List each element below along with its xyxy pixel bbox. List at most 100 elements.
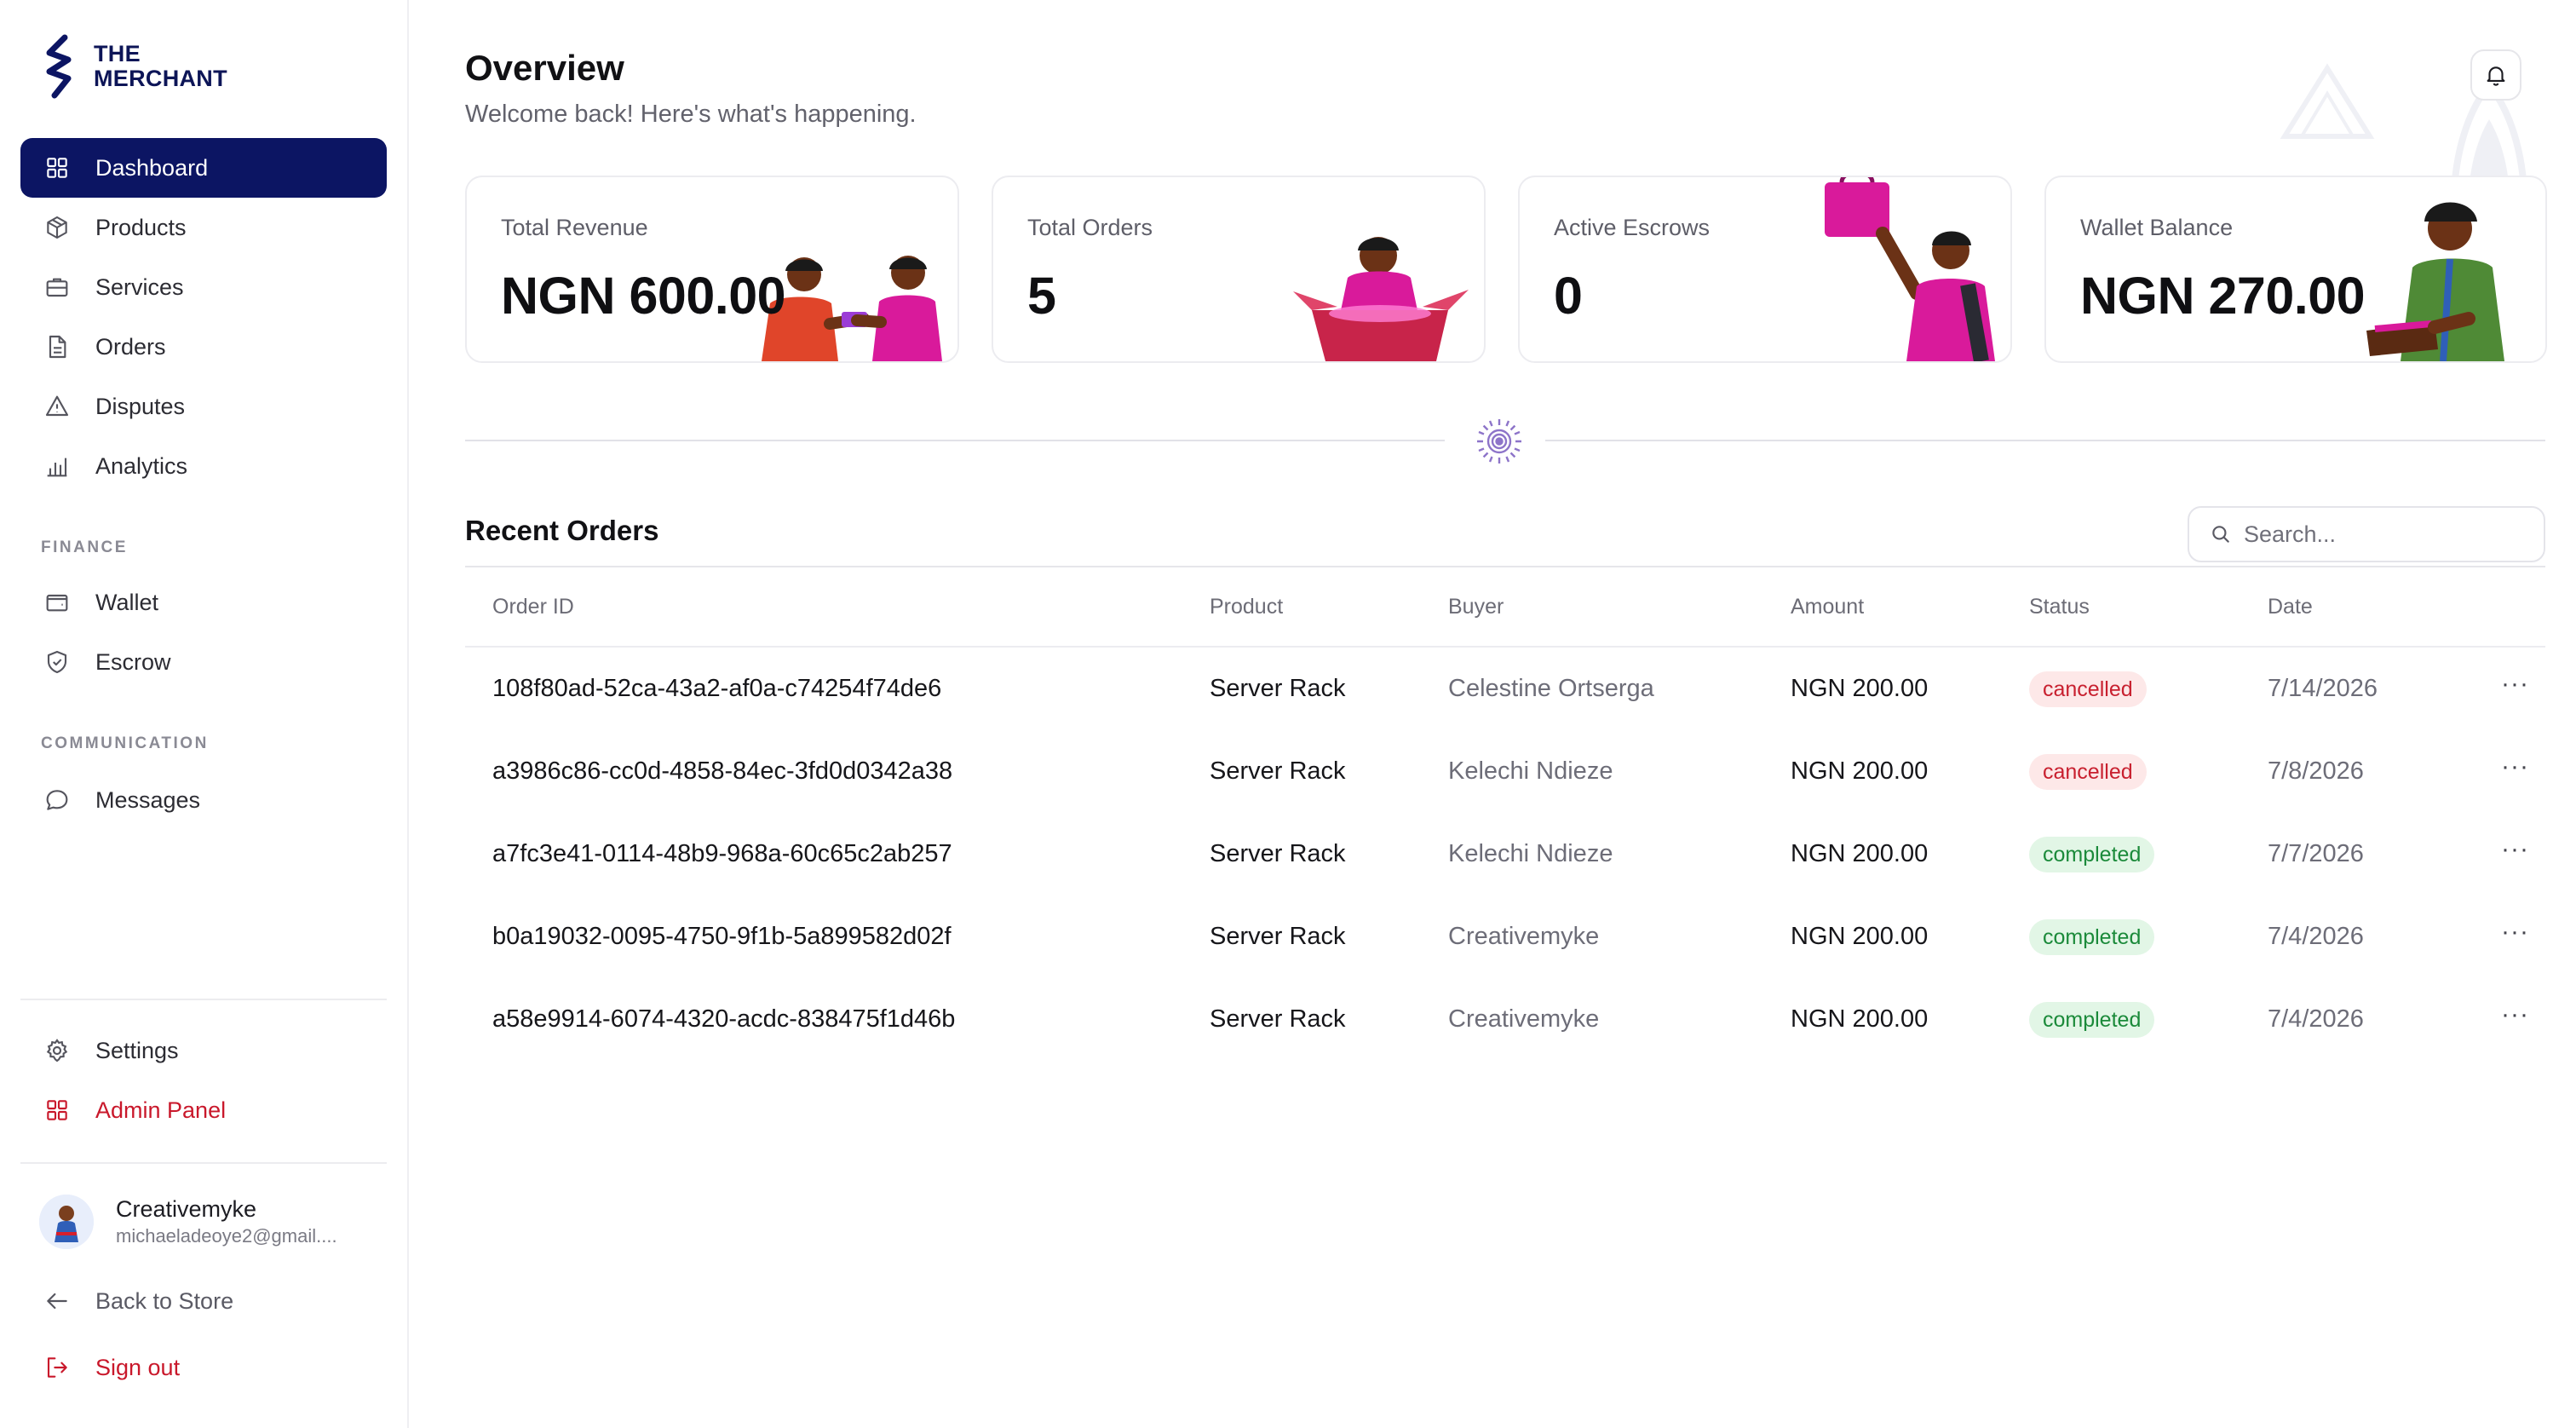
sidebar-item-products[interactable]: Products <box>20 198 387 257</box>
briefcase-icon <box>43 273 72 302</box>
stat-value: 0 <box>1554 267 1583 325</box>
section-label-finance: FINANCE <box>41 538 128 556</box>
bar-chart-icon <box>43 452 72 481</box>
buyer-name: Creativemyke <box>1448 923 1600 950</box>
notifications-button[interactable] <box>2470 49 2521 101</box>
status-badge: cancelled <box>2029 671 2147 707</box>
section-divider <box>1545 440 2545 441</box>
sidebar-item-escrow[interactable]: Escrow <box>20 632 387 692</box>
sidebar: THE MERCHANT Dashboard Products Services… <box>0 0 409 1428</box>
column-header-amount[interactable]: Amount <box>1791 595 1864 619</box>
logout-icon <box>43 1353 72 1382</box>
user-profile[interactable]: Creativemyke michaeladeoye2@gmail.... <box>39 1188 380 1256</box>
brand-name: THE MERCHANT <box>94 42 227 91</box>
arrow-left-icon <box>43 1287 72 1316</box>
sidebar-item-services[interactable]: Services <box>20 257 387 317</box>
order-amount: NGN 200.00 <box>1791 675 1929 702</box>
row-actions-menu-icon[interactable]: ··· <box>2501 835 2529 864</box>
order-id[interactable]: b0a19032-0095-4750-9f1b-5a899582d02f <box>492 923 952 951</box>
bell-icon <box>2487 66 2505 86</box>
table-row[interactable]: a58e9914-6074-4320-acdc-838475f1d46b Ser… <box>465 978 2545 1061</box>
section-label-communication: COMMUNICATION <box>41 734 209 752</box>
row-actions-menu-icon[interactable]: ··· <box>2501 918 2529 947</box>
grid-icon <box>43 153 72 182</box>
user-name: Creativemyke <box>116 1196 257 1222</box>
sidebar-item-admin-panel[interactable]: Admin Panel <box>20 1080 387 1140</box>
column-header-order-id[interactable]: Order ID <box>492 595 574 619</box>
gear-icon <box>43 1036 72 1065</box>
sidebar-item-analytics[interactable]: Analytics <box>20 436 387 496</box>
order-date: 7/4/2026 <box>2268 923 2364 950</box>
table-row[interactable]: b0a19032-0095-4750-9f1b-5a899582d02f Ser… <box>465 895 2545 978</box>
box-opening-illustration <box>1293 237 1469 361</box>
sidebar-item-label: Settings <box>95 1037 179 1063</box>
order-id[interactable]: a3986c86-cc0d-4858-84ec-3fd0d0342a38 <box>492 757 952 786</box>
brand-line-2: MERCHANT <box>94 66 227 91</box>
sun-ornament-icon <box>1477 419 1521 464</box>
wallet-man-illustration <box>2366 202 2504 361</box>
order-amount: NGN 200.00 <box>1791 840 1929 867</box>
document-icon <box>43 332 72 361</box>
warning-triangle-icon <box>43 392 72 421</box>
orders-table: Order ID Product Buyer Amount Status Dat… <box>465 566 2545 1061</box>
buyer-name: Kelechi Ndieze <box>1448 757 1613 785</box>
sidebar-divider <box>20 999 387 1000</box>
status-badge: completed <box>2029 919 2155 955</box>
order-id[interactable]: a7fc3e41-0114-48b9-968a-60c65c2ab257 <box>492 840 952 868</box>
column-header-product[interactable]: Product <box>1210 595 1283 619</box>
order-date: 7/14/2026 <box>2268 675 2378 702</box>
wallet-icon <box>43 588 72 617</box>
merchant-logo-icon <box>46 34 72 99</box>
grid-icon <box>43 1096 72 1125</box>
row-actions-menu-icon[interactable]: ··· <box>2501 752 2529 781</box>
brand-line-1: THE <box>94 41 141 66</box>
order-id[interactable]: a58e9914-6074-4320-acdc-838475f1d46b <box>492 1005 955 1034</box>
product-name: Server Rack <box>1210 675 1346 702</box>
order-id[interactable]: 108f80ad-52ca-43a2-af0a-c74254f74de6 <box>492 675 941 703</box>
sign-out-button[interactable]: Sign out <box>20 1338 387 1397</box>
row-actions-menu-icon[interactable]: ··· <box>2501 670 2529 699</box>
sidebar-divider <box>20 1162 387 1164</box>
buyer-name: Celestine Ortserga <box>1448 675 1654 702</box>
shopping-bag-illustration <box>1825 177 1995 361</box>
product-name: Server Rack <box>1210 840 1346 867</box>
sidebar-item-settings[interactable]: Settings <box>20 1021 387 1080</box>
table-row[interactable]: 108f80ad-52ca-43a2-af0a-c74254f74de6 Ser… <box>465 648 2545 730</box>
product-name: Server Rack <box>1210 757 1346 785</box>
page-subtitle: Welcome back! Here's what's happening. <box>465 101 917 128</box>
search-input[interactable] <box>2244 521 2533 548</box>
order-amount: NGN 200.00 <box>1791 923 1929 950</box>
sidebar-item-orders[interactable]: Orders <box>20 317 387 377</box>
column-header-date[interactable]: Date <box>2268 595 2313 619</box>
sidebar-item-dashboard[interactable]: Dashboard <box>20 138 387 198</box>
buyer-name: Kelechi Ndieze <box>1448 840 1613 867</box>
sidebar-item-label: Analytics <box>95 452 188 479</box>
product-name: Server Rack <box>1210 1005 1346 1033</box>
sidebar-item-label: Services <box>95 274 184 300</box>
page-title: Overview <box>465 48 624 88</box>
sidebar-item-wallet[interactable]: Wallet <box>20 573 387 632</box>
table-row[interactable]: a7fc3e41-0114-48b9-968a-60c65c2ab257 Ser… <box>465 813 2545 895</box>
back-to-store-link[interactable]: Back to Store <box>20 1271 387 1331</box>
sidebar-item-label: Wallet <box>95 589 159 615</box>
table-row[interactable]: a3986c86-cc0d-4858-84ec-3fd0d0342a38 Ser… <box>465 730 2545 813</box>
order-amount: NGN 200.00 <box>1791 1005 1929 1033</box>
column-header-buyer[interactable]: Buyer <box>1448 595 1504 619</box>
sidebar-item-label: Back to Store <box>95 1287 234 1314</box>
search-box[interactable] <box>2188 506 2545 562</box>
brand-logo[interactable]: THE MERCHANT <box>39 32 227 101</box>
stat-value: NGN 600.00 <box>501 267 786 325</box>
sidebar-item-label: Disputes <box>95 393 186 419</box>
package-icon <box>43 213 72 242</box>
column-header-status[interactable]: Status <box>2029 595 2090 619</box>
sidebar-item-label: Messages <box>95 786 201 813</box>
sidebar-item-label: Products <box>95 214 187 240</box>
stat-label: Total Orders <box>1027 215 1153 240</box>
stat-card-total-orders: Total Orders 5 <box>992 176 1486 363</box>
order-date: 7/4/2026 <box>2268 1005 2364 1033</box>
row-actions-menu-icon[interactable]: ··· <box>2501 1000 2529 1029</box>
sidebar-item-messages[interactable]: Messages <box>20 770 387 830</box>
stat-card-wallet-balance: Wallet Balance NGN 270.00 <box>2044 176 2547 363</box>
sidebar-item-label: Admin Panel <box>95 1097 227 1123</box>
sidebar-item-disputes[interactable]: Disputes <box>20 377 387 436</box>
